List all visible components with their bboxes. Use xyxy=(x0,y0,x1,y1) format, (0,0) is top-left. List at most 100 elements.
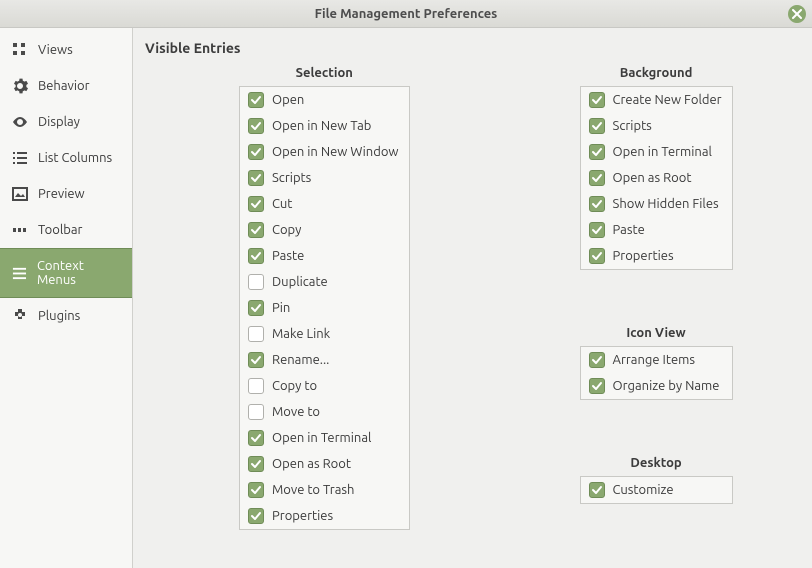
checkbox[interactable] xyxy=(248,378,264,394)
option-label: Open in Terminal xyxy=(272,431,371,445)
checkbox[interactable] xyxy=(248,222,264,238)
checkbox[interactable] xyxy=(248,508,264,524)
sidebar-item-label: Views xyxy=(38,43,73,57)
option-label: Move to xyxy=(272,405,320,419)
option-row[interactable]: Arrange Items xyxy=(581,347,732,373)
content-pane: Visible Entries Selection Open Open in Ne… xyxy=(133,28,812,568)
sidebar-item-list-columns[interactable]: List Columns xyxy=(0,140,132,176)
option-label: Organize by Name xyxy=(613,379,720,393)
option-row[interactable]: Paste xyxy=(581,217,732,243)
option-label: Open in New Window xyxy=(272,145,399,159)
option-row[interactable]: Pin xyxy=(240,295,409,321)
option-label: Copy xyxy=(272,223,301,237)
group-title: Selection xyxy=(239,66,410,80)
option-row[interactable]: Copy to xyxy=(240,373,409,399)
option-label: Cut xyxy=(272,197,292,211)
page-heading: Visible Entries xyxy=(145,40,794,56)
checkbox[interactable] xyxy=(248,430,264,446)
option-row[interactable]: Open in New Tab xyxy=(240,113,409,139)
checkbox[interactable] xyxy=(589,482,605,498)
checkbox[interactable] xyxy=(589,92,605,108)
option-label: Move to Trash xyxy=(272,483,354,497)
checkbox[interactable] xyxy=(248,326,264,342)
checkbox[interactable] xyxy=(248,118,264,134)
checkbox[interactable] xyxy=(248,170,264,186)
sidebar-item-plugins[interactable]: Plugins xyxy=(0,298,132,334)
option-row[interactable]: Rename... xyxy=(240,347,409,373)
option-row[interactable]: Create New Folder xyxy=(581,87,732,113)
checkbox[interactable] xyxy=(248,196,264,212)
option-label: Make Link xyxy=(272,327,330,341)
checkbox[interactable] xyxy=(589,170,605,186)
group-iconview: Icon View Arrange Items Organize by Name xyxy=(580,326,733,400)
sidebar-item-context-menus[interactable]: Context Menus xyxy=(0,248,132,298)
window-title: File Management Preferences xyxy=(315,7,498,21)
sidebar-item-behavior[interactable]: Behavior xyxy=(0,68,132,104)
option-label: Open as Root xyxy=(272,457,351,471)
option-label: Properties xyxy=(613,249,674,263)
checkbox[interactable] xyxy=(248,352,264,368)
option-row[interactable]: Properties xyxy=(240,503,409,529)
option-row[interactable]: Duplicate xyxy=(240,269,409,295)
option-row[interactable]: Make Link xyxy=(240,321,409,347)
menu-icon xyxy=(12,265,27,281)
option-row[interactable]: Open xyxy=(240,87,409,113)
group-title: Icon View xyxy=(580,326,733,340)
sidebar-item-label: Toolbar xyxy=(38,223,82,237)
option-row[interactable]: Open in New Window xyxy=(240,139,409,165)
checkbox[interactable] xyxy=(589,144,605,160)
close-button[interactable] xyxy=(788,5,806,23)
option-row[interactable]: Open in Terminal xyxy=(240,425,409,451)
option-row[interactable]: Copy xyxy=(240,217,409,243)
sidebar-item-display[interactable]: Display xyxy=(0,104,132,140)
option-row[interactable]: Properties xyxy=(581,243,732,269)
checkbox[interactable] xyxy=(589,196,605,212)
checkbox[interactable] xyxy=(589,378,605,394)
sidebar-item-label: Context Menus xyxy=(37,259,120,287)
checkbox[interactable] xyxy=(589,248,605,264)
sidebar-item-views[interactable]: Views xyxy=(0,32,132,68)
option-label: Scripts xyxy=(613,119,652,133)
option-label: Open in New Tab xyxy=(272,119,371,133)
gear-icon xyxy=(12,78,28,94)
checkbox[interactable] xyxy=(248,300,264,316)
option-row[interactable]: Open as Root xyxy=(240,451,409,477)
checkbox[interactable] xyxy=(589,222,605,238)
checkbox[interactable] xyxy=(248,404,264,420)
option-row[interactable]: Scripts xyxy=(581,113,732,139)
sidebar-item-preview[interactable]: Preview xyxy=(0,176,132,212)
option-label: Rename... xyxy=(272,353,329,367)
option-row[interactable]: Move to xyxy=(240,399,409,425)
checkbox[interactable] xyxy=(248,274,264,290)
option-row[interactable]: Move to Trash xyxy=(240,477,409,503)
group-title: Background xyxy=(580,66,733,80)
sidebar-item-label: Preview xyxy=(38,187,85,201)
option-row[interactable]: Show Hidden Files xyxy=(581,191,732,217)
option-row[interactable]: Paste xyxy=(240,243,409,269)
option-row[interactable]: Organize by Name xyxy=(581,373,732,399)
checkbox[interactable] xyxy=(248,456,264,472)
option-label: Properties xyxy=(272,509,333,523)
option-label: Scripts xyxy=(272,171,311,185)
checkbox[interactable] xyxy=(589,352,605,368)
checkbox[interactable] xyxy=(248,248,264,264)
sidebar: Views Behavior Display List Columns Prev… xyxy=(0,28,133,568)
option-label: Pin xyxy=(272,301,290,315)
option-row[interactable]: Customize xyxy=(581,477,732,503)
selection-list: Open Open in New Tab Open in New Window Scr… xyxy=(239,86,410,530)
checkbox[interactable] xyxy=(248,482,264,498)
option-row[interactable]: Scripts xyxy=(240,165,409,191)
option-label: Duplicate xyxy=(272,275,328,289)
option-label: Customize xyxy=(613,483,674,497)
option-label: Arrange Items xyxy=(613,353,695,367)
option-label: Copy to xyxy=(272,379,317,393)
checkbox[interactable] xyxy=(248,92,264,108)
option-row[interactable]: Cut xyxy=(240,191,409,217)
checkbox[interactable] xyxy=(589,118,605,134)
option-row[interactable]: Open as Root xyxy=(581,165,732,191)
plugin-icon xyxy=(12,308,28,324)
sidebar-item-toolbar[interactable]: Toolbar xyxy=(0,212,132,248)
titlebar: File Management Preferences xyxy=(0,0,812,28)
option-row[interactable]: Open in Terminal xyxy=(581,139,732,165)
checkbox[interactable] xyxy=(248,144,264,160)
